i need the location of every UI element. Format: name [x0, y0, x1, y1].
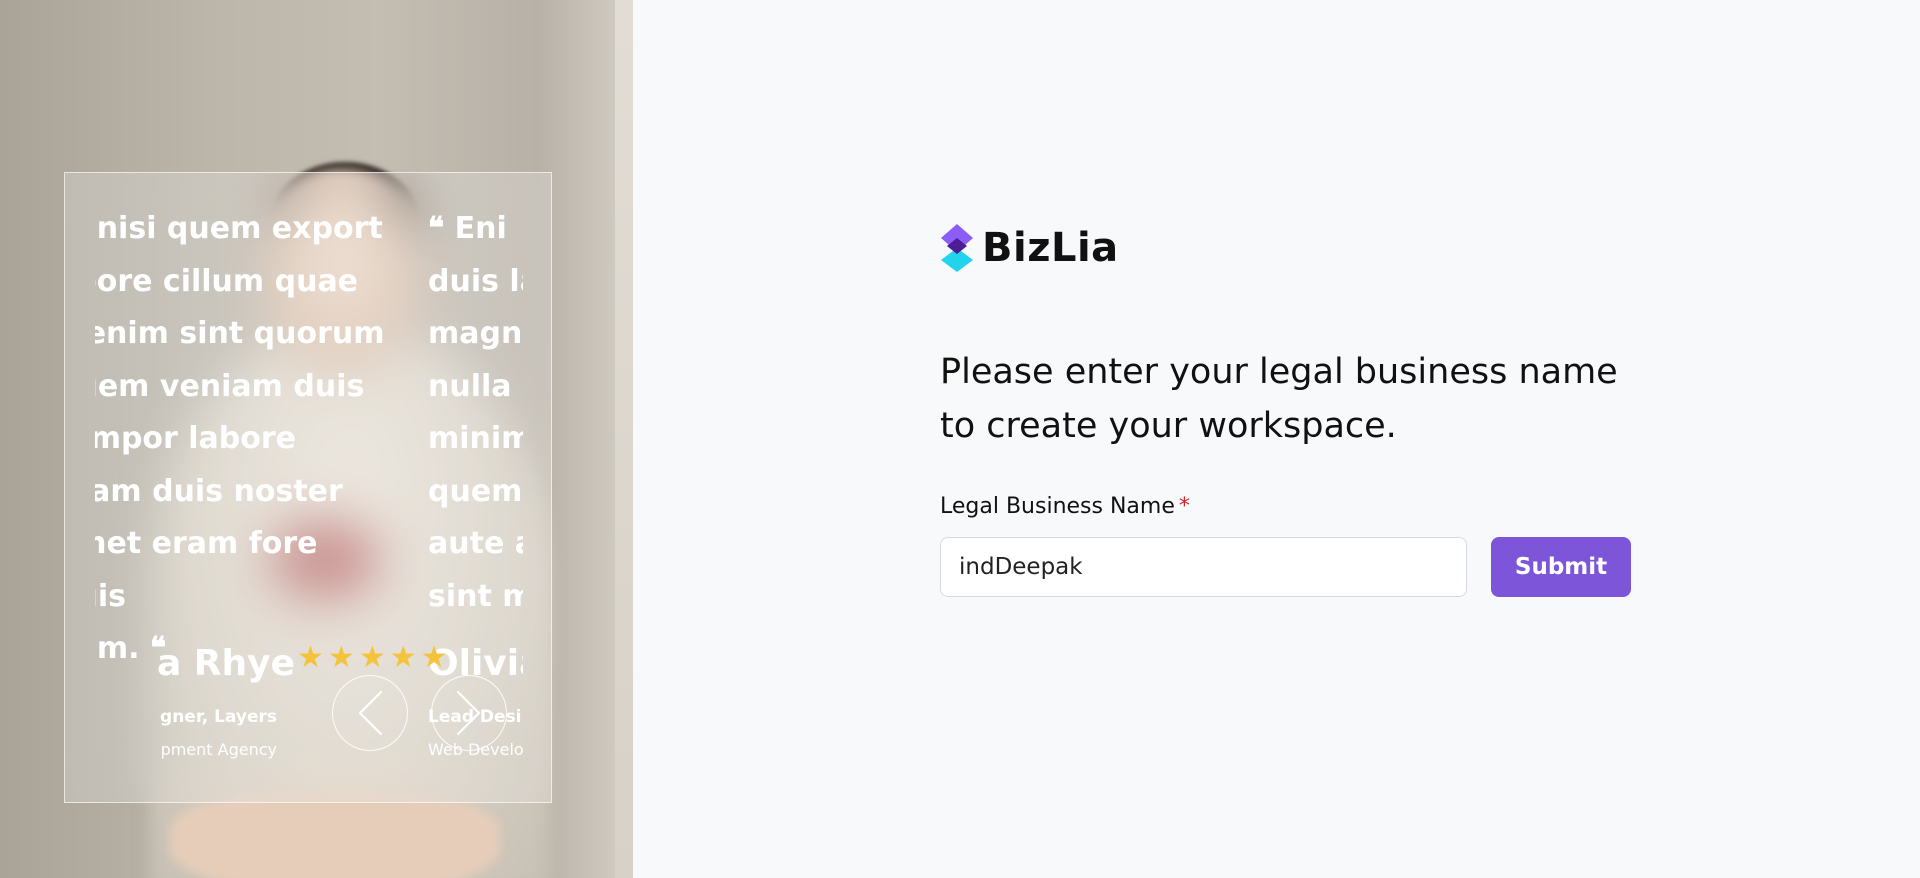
business-name-input[interactable]	[940, 537, 1467, 597]
photo-person-hands	[170, 790, 500, 878]
testimonial-panel: m nisi quem export abore cillum quae a e…	[0, 0, 633, 878]
submit-button[interactable]: Submit	[1491, 537, 1631, 597]
testimonial-author: a Rhye	[156, 643, 295, 684]
business-name-label-text: Legal Business Name	[940, 494, 1175, 519]
required-marker: *	[1178, 494, 1190, 519]
brand-logo: BizLia	[940, 224, 1119, 272]
testimonial-role: gner, Layers	[160, 707, 277, 727]
chevron-right-icon	[456, 690, 481, 736]
previous-testimonial-button[interactable]	[332, 675, 408, 751]
page-heading: Please enter your legal business name to…	[940, 352, 1618, 446]
next-testimonial-button[interactable]	[431, 675, 507, 751]
testimonial-org: pment Agency	[160, 740, 277, 759]
rating-stars: ★ ★ ★ ★ ★	[297, 643, 448, 673]
quote-mark-icon: ❝	[428, 211, 445, 246]
testimonial-card: m nisi quem export abore cillum quae a e…	[64, 172, 552, 803]
star-icon: ★	[327, 641, 355, 674]
star-icon: ★	[358, 641, 386, 674]
diamond-stack-icon	[941, 224, 973, 272]
testimonial-quote: m nisi quem export abore cillum quae a e…	[95, 211, 385, 666]
photo-edge-strip	[615, 0, 633, 878]
star-icon: ★	[420, 641, 448, 674]
chevron-left-icon	[358, 690, 383, 736]
star-icon: ★	[389, 641, 417, 674]
business-name-label: Legal Business Name *	[940, 494, 1190, 519]
testimonial-quote: ❝ Eni duis la magn nulla c minim quem au…	[428, 211, 523, 614]
star-icon: ★	[297, 641, 324, 674]
brand-name: BizLia	[982, 225, 1119, 271]
